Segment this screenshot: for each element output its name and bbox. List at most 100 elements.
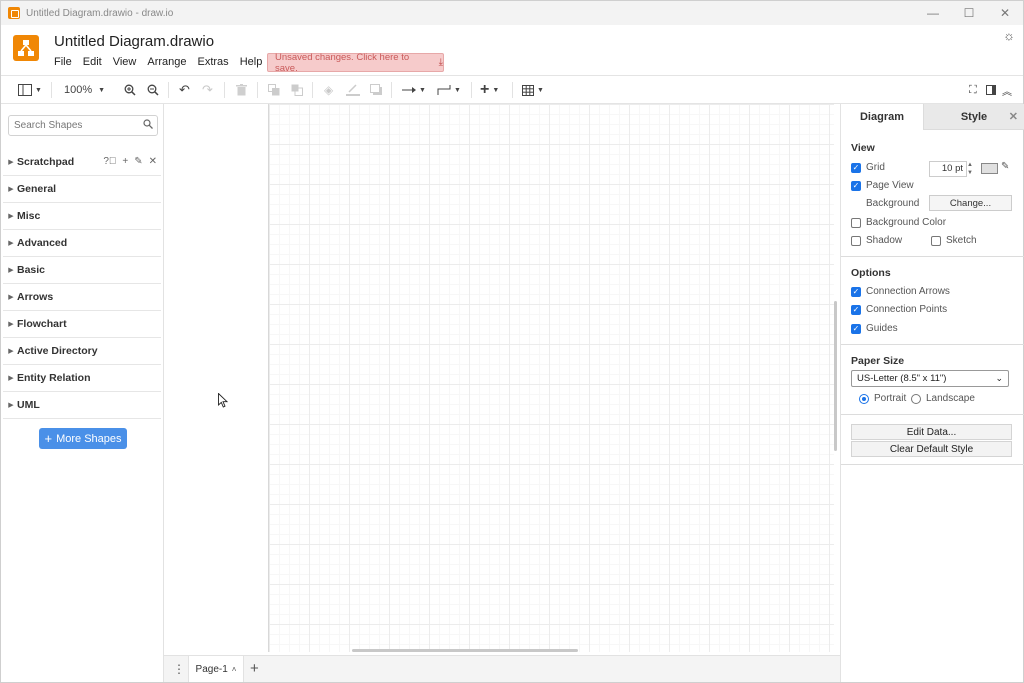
caret-right-icon: ▶ xyxy=(8,348,14,355)
unsaved-label: Unsaved changes. Click here to save. xyxy=(275,51,410,74)
landscape-radio[interactable]: Landscape xyxy=(911,393,975,404)
check-icon: ✓ xyxy=(851,162,861,173)
add-icon[interactable]: + xyxy=(122,156,128,167)
grid-color-swatch[interactable] xyxy=(981,163,998,174)
caret-right-icon: ▶ xyxy=(8,159,14,166)
drawio-app-icon xyxy=(8,7,20,19)
caret-right-icon: ▶ xyxy=(8,240,14,247)
grid-checkbox[interactable]: ✓ Grid xyxy=(851,162,885,173)
horizontal-scrollbar[interactable] xyxy=(352,649,578,652)
plus-icon: + xyxy=(44,431,53,446)
page-view-checkbox[interactable]: ✓ Page View xyxy=(851,180,914,191)
app-window: Untitled Diagram.drawio - draw.io — ☐ ✕ … xyxy=(0,0,1024,683)
tab-page-1[interactable]: Page-1 ˄ xyxy=(188,656,244,682)
category-general[interactable]: ▶ General xyxy=(3,176,161,203)
paper-size-select[interactable]: US-Letter (8.5" x 11") ⌄ xyxy=(851,370,1009,387)
menu-file[interactable]: File xyxy=(54,56,72,68)
change-background-button[interactable]: Change... xyxy=(929,195,1012,211)
guides-checkbox[interactable]: ✓ Guides xyxy=(851,323,898,334)
zoom-dropdown[interactable]: 100% ▼ xyxy=(64,82,105,98)
collapse-toolbar-icon[interactable]: ︽ xyxy=(1002,82,1012,98)
waypoints-icon[interactable]: ▼ xyxy=(437,82,461,98)
to-back-icon[interactable] xyxy=(291,82,303,98)
grid-size-input[interactable]: 10 pt xyxy=(929,161,967,177)
theme-icon[interactable]: ☼ xyxy=(1003,28,1015,43)
format-panel-icon[interactable] xyxy=(986,82,996,98)
check-icon: ✓ xyxy=(851,323,861,334)
connection-style-icon[interactable]: ▼ xyxy=(402,82,426,98)
chevron-down-icon: ⌄ xyxy=(995,373,1003,383)
format-tabs: Diagram Style ✕ xyxy=(841,104,1024,130)
check-icon: ✓ xyxy=(851,304,861,315)
minimize-icon[interactable]: — xyxy=(915,1,951,25)
format-panel-toggle-icon[interactable]: ▼ xyxy=(18,82,42,98)
document-title[interactable]: Untitled Diagram.drawio xyxy=(54,33,214,50)
menu-extras[interactable]: Extras xyxy=(198,56,229,68)
add-page-icon[interactable]: + xyxy=(250,660,259,677)
category-active-directory[interactable]: ▶ Active Directory xyxy=(3,338,161,365)
category-flowchart[interactable]: ▶ Flowchart xyxy=(3,311,161,338)
close-panel-icon[interactable]: ✕ xyxy=(1009,110,1018,123)
paper-size-section-title: Paper Size xyxy=(851,355,905,367)
undo-icon[interactable]: ↶ xyxy=(179,82,190,98)
vertical-scrollbar[interactable] xyxy=(834,301,837,451)
tab-style[interactable]: Style ✕ xyxy=(923,104,1024,130)
caret-right-icon: ▶ xyxy=(8,294,14,301)
chevron-up-icon[interactable]: ˄ xyxy=(232,665,237,674)
search-icon[interactable] xyxy=(143,119,153,132)
connection-arrows-checkbox[interactable]: ✓ Connection Arrows xyxy=(851,286,950,297)
category-arrows[interactable]: ▶ Arrows xyxy=(3,284,161,311)
category-entity-relation[interactable]: ▶ Entity Relation xyxy=(3,365,161,392)
grid-size-spinner[interactable]: ▲ ▼ xyxy=(967,161,973,177)
close-icon[interactable]: ✕ xyxy=(987,1,1023,25)
menu-view[interactable]: View xyxy=(113,56,137,68)
portrait-radio[interactable]: Portrait xyxy=(859,393,906,404)
connection-points-checkbox[interactable]: ✓ Connection Points xyxy=(851,304,947,315)
redo-icon[interactable]: ↷ xyxy=(202,82,213,98)
caret-right-icon: ▶ xyxy=(8,321,14,328)
shadow-checkbox[interactable]: Shadow xyxy=(851,235,902,246)
zoom-out-icon[interactable] xyxy=(147,82,159,98)
caret-right-icon: ▶ xyxy=(8,213,14,220)
more-shapes-button[interactable]: + More Shapes xyxy=(39,428,127,449)
search-shapes-input[interactable] xyxy=(8,115,158,136)
edit-data-button[interactable]: Edit Data... xyxy=(851,424,1012,440)
window-titlebar: Untitled Diagram.drawio - draw.io — ☐ ✕ xyxy=(1,1,1023,25)
page-tabs-bar: ⋮ Page-1 ˄ + xyxy=(164,655,840,682)
category-scratchpad[interactable]: ▶ Scratchpad ?⃝ + ✎ ✕ xyxy=(3,149,161,176)
category-advanced[interactable]: ▶ Advanced xyxy=(3,230,161,257)
fill-color-icon[interactable]: ◈ xyxy=(324,82,333,98)
help-icon[interactable]: ?⃝ xyxy=(103,156,116,167)
fullscreen-icon[interactable]: ⛶ xyxy=(969,82,977,98)
color-picker-icon[interactable]: ✎ xyxy=(1001,161,1009,172)
options-section-title: Options xyxy=(851,267,891,279)
unsaved-changes-button[interactable]: Unsaved changes. Click here to save. ⤓ xyxy=(267,51,444,74)
zoom-in-icon[interactable] xyxy=(124,82,136,98)
delete-icon[interactable] xyxy=(236,82,247,98)
pages-menu-icon[interactable]: ⋮ xyxy=(173,662,185,676)
sketch-checkbox[interactable]: Sketch xyxy=(931,235,977,246)
close-icon[interactable]: ✕ xyxy=(149,156,157,167)
clear-default-style-button[interactable]: Clear Default Style xyxy=(851,441,1012,457)
menu-arrange[interactable]: Arrange xyxy=(147,56,186,68)
line-color-icon[interactable] xyxy=(346,82,360,98)
menu-help[interactable]: Help xyxy=(240,56,263,68)
edit-icon[interactable]: ✎ xyxy=(134,156,142,167)
scratchpad-tools: ?⃝ + ✎ ✕ xyxy=(103,156,157,167)
shadow-icon[interactable] xyxy=(370,82,383,98)
menu-edit[interactable]: Edit xyxy=(83,56,102,68)
caret-right-icon: ▶ xyxy=(8,375,14,382)
maximize-icon[interactable]: ☐ xyxy=(951,1,987,25)
diagram-canvas[interactable] xyxy=(164,104,840,655)
table-icon[interactable]: ▼ xyxy=(522,82,544,98)
to-front-icon[interactable] xyxy=(268,82,280,98)
category-misc[interactable]: ▶ Misc xyxy=(3,203,161,230)
caret-right-icon: ▶ xyxy=(8,402,14,409)
insert-icon[interactable]: + ▼ xyxy=(480,81,499,98)
category-uml[interactable]: ▶ UML xyxy=(3,392,161,419)
tab-diagram[interactable]: Diagram xyxy=(841,104,923,130)
app-header: Untitled Diagram.drawio File Edit View A… xyxy=(1,25,1023,75)
background-color-checkbox[interactable]: Background Color xyxy=(851,217,946,228)
grid-page[interactable] xyxy=(269,104,834,652)
category-basic[interactable]: ▶ Basic xyxy=(3,257,161,284)
